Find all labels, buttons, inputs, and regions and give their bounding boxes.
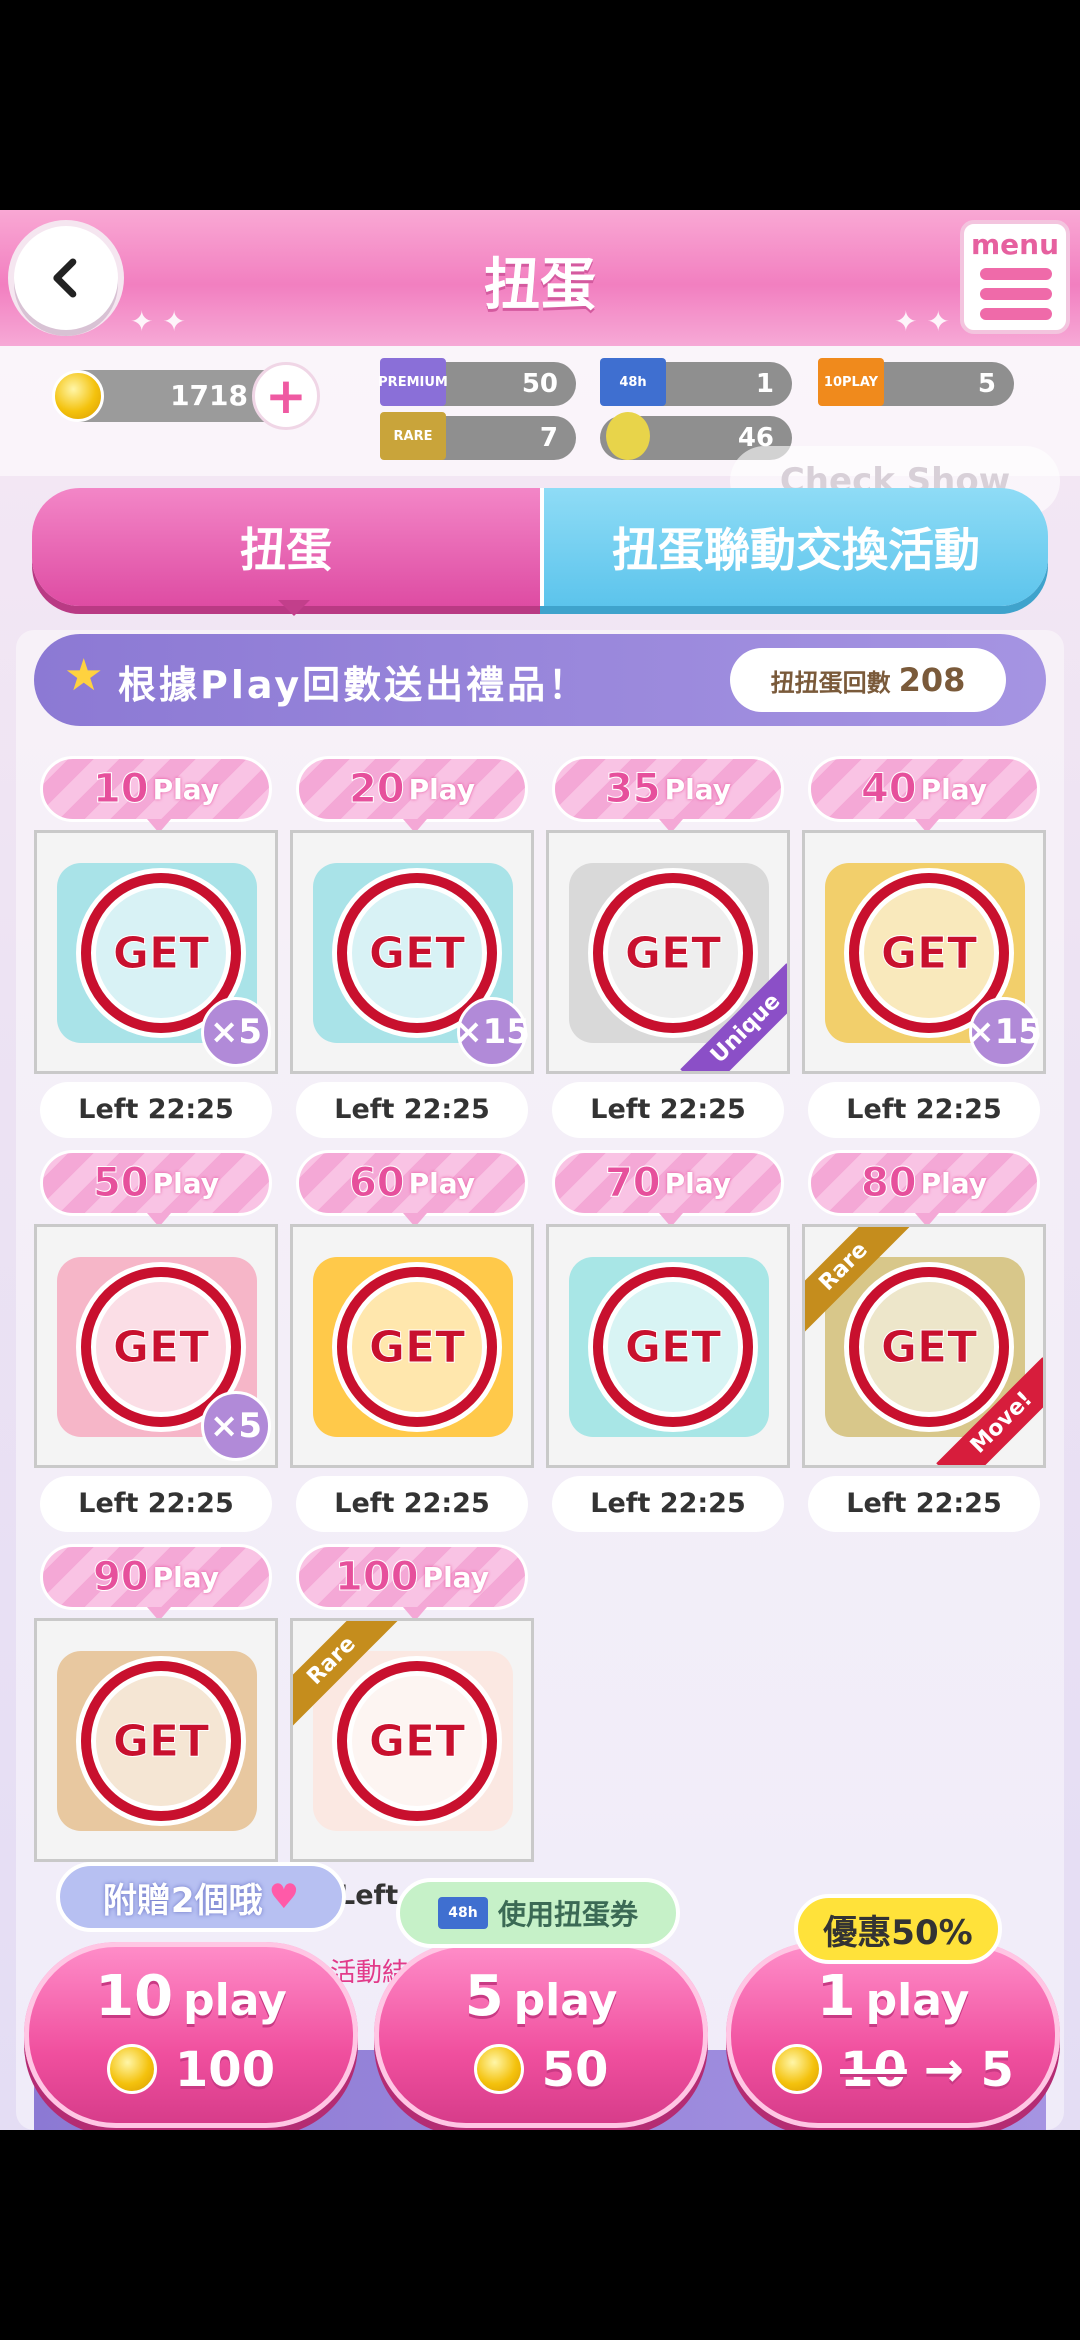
play-10-cost: 100 [174, 2042, 276, 2098]
play-threshold-badge: 10 Play [40, 756, 272, 833]
tab-gacha[interactable]: 扭蛋 [32, 488, 540, 616]
premium-ticket-count: PREMIUM 50 [378, 358, 576, 406]
play-threshold-badge: 20 Play [296, 756, 528, 833]
48h-ticket-icon: 48h [600, 358, 666, 406]
reward-item[interactable]: GET ×15 [802, 830, 1046, 1074]
reward-item[interactable]: GET ×5 [34, 1224, 278, 1468]
play-threshold-badge: 60 Play [296, 1150, 528, 1227]
remaining-time: Left 22:25 [40, 1476, 272, 1532]
gacha-screen: ✦ ✦ ✦ ✦ 扭蛋 menu 1718 + PREMIUM 50 48h 1 … [0, 210, 1080, 2130]
star-icon: ★ [64, 650, 104, 701]
bonus-bubble: 附贈2個哦 ♥ [56, 1862, 346, 1932]
remaining-time: Left 22:25 [552, 1082, 784, 1138]
page-title: 扭蛋 [484, 253, 596, 318]
play-1-button[interactable]: 1 play 10 → 5 [726, 1942, 1060, 2128]
remaining-time: Left 22:25 [296, 1082, 528, 1138]
10play-ticket-count: 10PLAY 5 [818, 358, 1014, 406]
reward-item[interactable]: GET [290, 1224, 534, 1468]
play-count-label: 扭扭蛋回數 [770, 668, 891, 697]
tab-bar: 扭蛋 扭蛋聯動交換活動 [32, 488, 1048, 616]
heart-icon: ♥ [268, 1877, 300, 1917]
get-stamp[interactable]: GET [81, 1661, 241, 1821]
reward-cell[interactable]: 35 Play Unique GET Left 22:25 [546, 756, 790, 1140]
reward-item[interactable]: GET [546, 1224, 790, 1468]
play-10-button[interactable]: 10 play 100 [24, 1942, 358, 2128]
play-threshold-badge: 100 Play [296, 1544, 528, 1621]
arrow-icon: → [923, 2042, 964, 2098]
get-stamp[interactable]: GET [593, 873, 753, 1033]
banner-text: 根據Play回數送出禮品！ [118, 663, 590, 707]
play-threshold-badge: 35 Play [552, 756, 784, 833]
play-threshold-badge: 50 Play [40, 1150, 272, 1227]
remaining-time: Left 22:25 [808, 1476, 1040, 1532]
remaining-time: Left 22:25 [296, 1476, 528, 1532]
reward-item[interactable]: Unique GET [546, 830, 790, 1074]
reward-item[interactable]: GET [34, 1618, 278, 1862]
play-threshold-badge: 70 Play [552, 1150, 784, 1227]
get-stamp[interactable]: GET [849, 1267, 1009, 1427]
coin-icon [106, 2044, 157, 2094]
rare-ticket-icon: RARE [380, 412, 446, 460]
play-5-button[interactable]: 5 play 50 [374, 1942, 708, 2128]
reward-cell[interactable]: 50 Play GET ×5 Left 22:25 [34, 1150, 278, 1534]
reward-cell[interactable]: 70 Play GET Left 22:25 [546, 1150, 790, 1534]
discount-bubble: 優惠50% [794, 1894, 1002, 1964]
reward-item[interactable]: GET ×15 [290, 830, 534, 1074]
reward-item[interactable]: Rare GET [290, 1618, 534, 1862]
play-1-old-cost: 10 [840, 2042, 907, 2098]
reward-cell[interactable]: 40 Play GET ×15 Left 22:25 [802, 756, 1046, 1140]
reward-cell[interactable]: 80 Play Rare Move! GET Left 22:25 [802, 1150, 1046, 1534]
rare-ticket-count: RARE 7 [380, 412, 576, 460]
quantity-badge: ×5 [201, 997, 271, 1067]
get-stamp[interactable]: GET [337, 1661, 497, 1821]
play-count-pill: 扭扭蛋回數 208 [730, 648, 1006, 712]
play-count-value: 208 [898, 661, 966, 699]
coin-count: 1718 [170, 379, 248, 412]
quantity-badge: ×5 [201, 1391, 271, 1461]
10play-ticket-icon: 10PLAY [818, 358, 884, 406]
play-threshold-badge: 40 Play [808, 756, 1040, 833]
remaining-time: Left 22:25 [808, 1082, 1040, 1138]
reward-cell[interactable]: 10 Play GET ×5 Left 22:25 [34, 756, 278, 1140]
play-5-cost: 50 [541, 2042, 609, 2098]
menu-label: menu [970, 228, 1060, 261]
get-stamp[interactable]: GET [337, 1267, 497, 1427]
play-count-banner: ★ 根據Play回數送出禮品！ 扭扭蛋回數 208 [34, 634, 1046, 726]
play-threshold-badge: 90 Play [40, 1544, 272, 1621]
reward-cell[interactable]: 20 Play GET ×15 Left 22:25 [290, 756, 534, 1140]
48h-ticket-count: 48h 1 [600, 358, 792, 406]
premium-ticket-icon: PREMIUM [378, 358, 448, 406]
menu-icon [980, 268, 1052, 328]
remaining-time: Left 22:25 [552, 1476, 784, 1532]
play-threshold-badge: 80 Play [808, 1150, 1040, 1227]
gem-icon [606, 412, 650, 460]
coin-icon [52, 370, 104, 422]
currency-bar: 1718 + PREMIUM 50 48h 1 10PLAY 5 RARE 7 … [0, 346, 1080, 516]
reward-cell[interactable]: 60 Play GET Left 22:25 [290, 1150, 534, 1534]
remaining-time: Left 22:25 [40, 1082, 272, 1138]
reward-item[interactable]: Rare Move! GET [802, 1224, 1046, 1468]
play-1-cost: 5 [980, 2042, 1014, 2098]
coin-icon [473, 2044, 524, 2094]
reward-item[interactable]: GET ×5 [34, 830, 278, 1074]
tab-exchange-event[interactable]: 扭蛋聯動交換活動 [540, 488, 1048, 606]
quantity-badge: ×15 [966, 997, 1042, 1067]
get-stamp[interactable]: GET [593, 1267, 753, 1427]
header: ✦ ✦ ✦ ✦ 扭蛋 menu [0, 210, 1080, 346]
quantity-badge: ×15 [454, 997, 530, 1067]
add-coins-button[interactable]: + [252, 362, 320, 430]
coin-icon [772, 2044, 823, 2094]
menu-button[interactable]: menu [960, 220, 1070, 334]
use-ticket-bubble: 48h 使用扭蛋券 [396, 1878, 680, 1948]
48h-ticket-icon: 48h [437, 1897, 488, 1929]
